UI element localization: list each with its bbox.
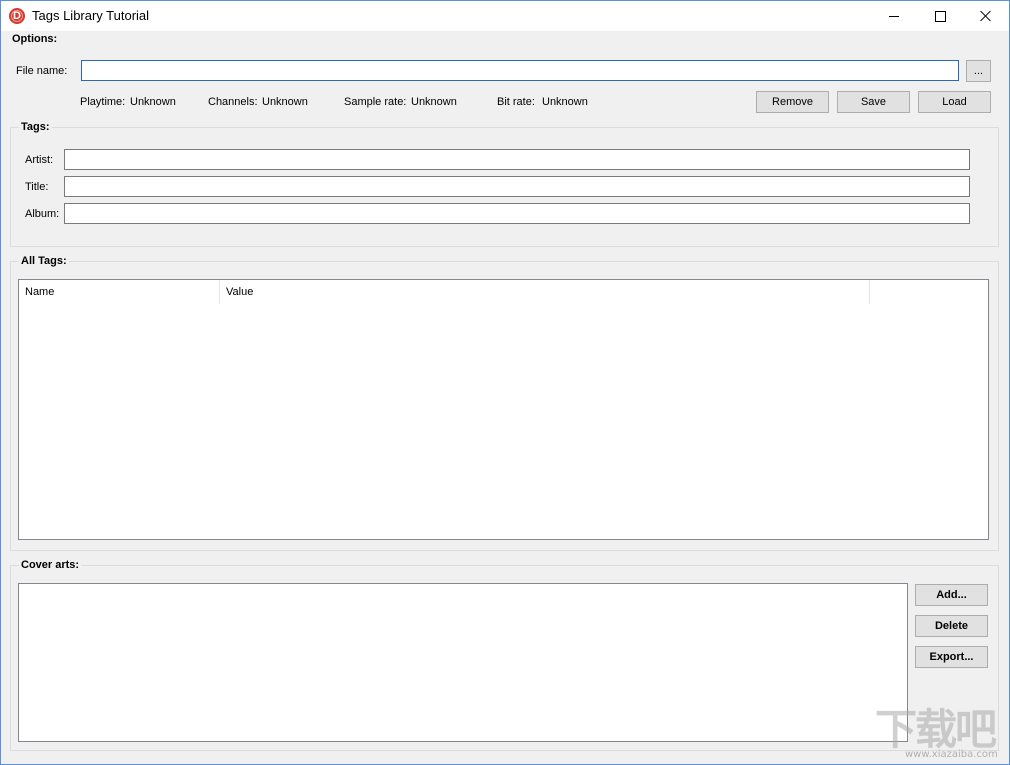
channels-label: Channels:	[208, 96, 258, 108]
maximize-button[interactable]	[917, 1, 963, 31]
close-icon	[980, 10, 992, 22]
channels-value: Unknown	[262, 96, 308, 108]
column-header-value[interactable]: Value	[220, 280, 870, 304]
save-button[interactable]: Save	[837, 91, 910, 113]
file-name-input[interactable]	[81, 60, 959, 81]
column-header-name[interactable]: Name	[19, 280, 220, 304]
file-name-label: File name:	[16, 65, 68, 77]
window-title: Tags Library Tutorial	[32, 8, 150, 23]
load-button[interactable]: Load	[918, 91, 991, 113]
watermark-url: www.xiazaiba.com	[905, 749, 998, 760]
title-label: Title:	[25, 181, 49, 193]
column-header-filler	[870, 280, 988, 304]
options-group-label: Options:	[12, 33, 58, 45]
main-window: D Tags Library Tutorial Options: File na…	[0, 0, 1010, 765]
remove-button[interactable]: Remove	[756, 91, 829, 113]
cover-arts-list[interactable]	[18, 583, 908, 742]
sample-rate-label: Sample rate:	[344, 96, 407, 108]
all-tags-listview[interactable]: Name Value	[18, 279, 989, 540]
export-cover-button[interactable]: Export...	[915, 646, 988, 668]
watermark-text: 下载吧	[875, 705, 997, 754]
minimize-icon	[889, 15, 899, 17]
delphi-logo-icon: D	[9, 8, 25, 24]
bit-rate-label: Bit rate:	[497, 96, 535, 108]
delete-cover-button[interactable]: Delete	[915, 615, 988, 637]
title-input[interactable]	[64, 176, 970, 197]
minimize-button[interactable]	[871, 1, 917, 31]
artist-input[interactable]	[64, 149, 970, 170]
close-button[interactable]	[963, 1, 1009, 31]
playtime-label: Playtime:	[80, 96, 126, 108]
playtime-value: Unknown	[130, 96, 176, 108]
album-input[interactable]	[64, 203, 970, 224]
bit-rate-value: Unknown	[542, 96, 588, 108]
watermark-logo: 下载吧 www.xiazaiba.com	[875, 707, 1007, 762]
add-cover-button[interactable]: Add...	[915, 584, 988, 606]
title-bar[interactable]: D Tags Library Tutorial	[1, 1, 1009, 31]
browse-button[interactable]: ...	[966, 60, 991, 82]
all-tags-group-label: All Tags:	[19, 255, 69, 267]
sample-rate-value: Unknown	[411, 96, 457, 108]
album-label: Album:	[25, 208, 60, 220]
tags-group-label: Tags:	[19, 121, 52, 133]
cover-arts-group-label: Cover arts:	[19, 559, 82, 571]
maximize-icon	[934, 10, 946, 22]
artist-label: Artist:	[25, 154, 54, 166]
